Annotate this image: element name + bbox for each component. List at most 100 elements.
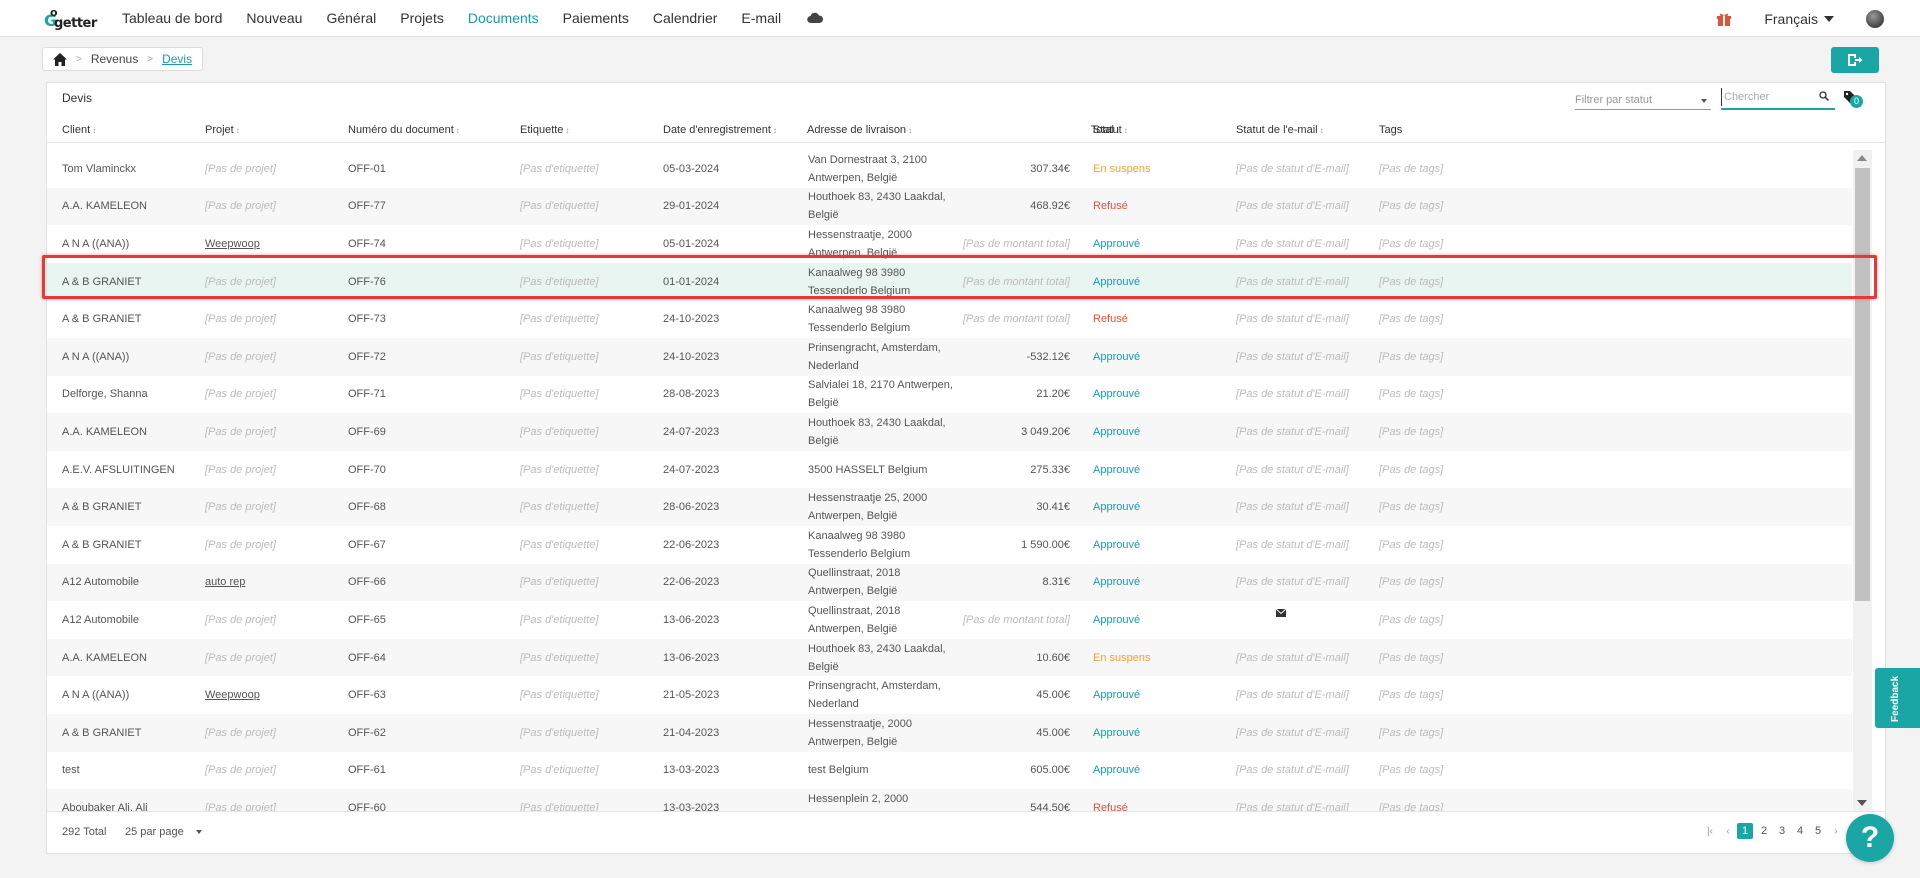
sort-icon[interactable]: ↕	[456, 126, 460, 135]
nav-calendrier[interactable]: Calendrier	[653, 10, 718, 26]
table-row[interactable]: A.A. KAMELEON [Pas de projet] OFF-64 [Pas d…	[47, 638, 1852, 677]
document-number-cell[interactable]: OFF-67	[348, 526, 386, 564]
document-number-cell[interactable]: OFF-71	[348, 376, 386, 414]
sort-icon[interactable]: ↕	[1124, 126, 1128, 135]
table-row[interactable]: A.E.V. AFSLUITINGEN [Pas de projet] OFF-70…	[47, 451, 1852, 489]
nav-documents[interactable]: Documents	[468, 10, 539, 26]
table-row[interactable]: A12 Automobile auto rep OFF-66 [Pas d'etiqu…	[47, 563, 1852, 602]
cloud-icon[interactable]	[807, 12, 824, 24]
column-header-status[interactable]: Statut ↕	[1093, 124, 1128, 136]
sort-icon[interactable]: ↕	[236, 126, 240, 135]
project-link[interactable]: Weepwoop	[205, 689, 260, 701]
search-input[interactable]	[1721, 88, 1813, 106]
date-cell: 24-07-2023	[663, 425, 720, 438]
sort-icon[interactable]: ↕	[92, 126, 96, 135]
sort-icon[interactable]: ↕	[1320, 126, 1324, 135]
page-5[interactable]: 5	[1809, 825, 1827, 837]
document-number-cell[interactable]: OFF-77	[348, 188, 386, 226]
column-header-address[interactable]: Adresse de livraison ↕	[807, 124, 912, 136]
column-header-project[interactable]: Projet ↕	[205, 124, 240, 136]
table-row[interactable]: A & B GRANIET [Pas de projet] OFF-76 [Pas d…	[47, 262, 1852, 301]
document-number-cell[interactable]: OFF-70	[348, 451, 386, 489]
scroll-down-icon[interactable]	[1857, 800, 1867, 806]
table-row[interactable]: A N A ((ANA)) Weepwoop OFF-74 [Pas d'etique…	[47, 225, 1852, 263]
table-row[interactable]: A N A ((ANA)) Weepwoop OFF-63 [Pas d'etique…	[47, 676, 1852, 714]
user-avatar[interactable]	[1866, 9, 1884, 28]
sort-icon[interactable]: ↕	[565, 126, 569, 135]
label-cell: [Pas d'etiquette]	[520, 726, 599, 739]
column-header-client[interactable]: Client ↕	[62, 124, 96, 136]
column-header-tags[interactable]: Tags	[1379, 124, 1402, 136]
table-row[interactable]: Aboubaker Ali, Ali [Pas de projet] OFF-60 […	[47, 789, 1852, 811]
document-number-cell[interactable]: OFF-64	[348, 639, 386, 677]
table-scrollbar[interactable]	[1853, 150, 1872, 811]
help-button[interactable]: ?	[1846, 814, 1894, 862]
column-header-email-status[interactable]: Statut de l'e-mail ↕	[1236, 124, 1324, 136]
nav-projets[interactable]: Projets	[400, 10, 444, 26]
nav-paiements[interactable]: Paiements	[563, 10, 629, 26]
table-row[interactable]: A.A. KAMELEON [Pas de projet] OFF-69 [Pas d…	[47, 413, 1852, 451]
document-number-cell[interactable]: OFF-60	[348, 789, 386, 811]
scroll-up-icon[interactable]	[1857, 155, 1867, 161]
document-number-cell[interactable]: OFF-65	[348, 601, 386, 639]
page-3[interactable]: 3	[1773, 825, 1791, 837]
export-button[interactable]	[1831, 47, 1879, 73]
status-filter-select[interactable]: Filtrer par statut	[1575, 88, 1711, 110]
table-row[interactable]: A12 Automobile [Pas de projet] OFF-65 [Pas …	[47, 601, 1852, 639]
document-number-cell[interactable]: OFF-66	[348, 564, 386, 602]
page-2[interactable]: 2	[1755, 825, 1773, 837]
column-header-label[interactable]: Etiquette ↕	[520, 124, 569, 136]
document-number-cell[interactable]: OFF-76	[348, 263, 386, 301]
project-link[interactable]: auto rep	[205, 576, 245, 588]
nav-general[interactable]: Général	[326, 10, 376, 26]
document-number-cell[interactable]: OFF-62	[348, 714, 386, 752]
first-page-icon[interactable]: |‹	[1701, 826, 1719, 837]
table-footer: 292 Total 25 par page |‹ ‹ 1 2 3 4 5 ›	[47, 811, 1885, 853]
table-row[interactable]: A & B GRANIET [Pas de projet] OFF-62 [Pas d…	[47, 714, 1852, 752]
document-number-cell[interactable]: OFF-01	[348, 150, 386, 188]
document-number-cell[interactable]: OFF-73	[348, 300, 386, 338]
gift-icon[interactable]	[1716, 11, 1732, 27]
document-number-cell[interactable]: OFF-72	[348, 338, 386, 376]
gogetter-logo[interactable]: Go getter	[42, 3, 100, 33]
table-row[interactable]: A.A. KAMELEON [Pas de projet] OFF-77 [Pas d…	[47, 187, 1852, 226]
client-cell: A & B GRANIET	[62, 275, 142, 288]
table-row[interactable]: Tom Vlaminckx [Pas de projet] OFF-01 [Pas d…	[47, 150, 1852, 188]
document-number-cell[interactable]: OFF-69	[348, 413, 386, 451]
status-filter-placeholder: Filtrer par statut	[1575, 94, 1653, 106]
sort-icon[interactable]: ↕	[773, 126, 777, 135]
next-page-icon[interactable]: ›	[1827, 826, 1845, 837]
document-number-cell[interactable]: OFF-74	[348, 225, 386, 263]
page-1[interactable]: 1	[1737, 823, 1753, 839]
table-row[interactable]: A & B GRANIET [Pas de projet] OFF-68 [Pas d…	[47, 488, 1852, 526]
nav-nouveau[interactable]: Nouveau	[246, 10, 302, 26]
feedback-tab[interactable]: Feedback	[1875, 668, 1920, 728]
scroll-thumb[interactable]	[1855, 168, 1870, 601]
table-row[interactable]: A & B GRANIET [Pas de projet] OFF-73 [Pas d…	[47, 300, 1852, 338]
document-number-cell[interactable]: OFF-61	[348, 752, 386, 790]
tags-cell: [Pas de tags]	[1379, 388, 1444, 401]
document-number-cell[interactable]: OFF-63	[348, 676, 386, 714]
client-cell: A N A ((ANA))	[62, 237, 130, 250]
per-page-select[interactable]: 25 par page	[125, 826, 202, 838]
prev-page-icon[interactable]: ‹	[1719, 826, 1737, 837]
document-number-cell[interactable]: OFF-68	[348, 488, 386, 526]
column-header-date[interactable]: Date d'enregistrement ↕	[663, 124, 777, 136]
table-row[interactable]: Delforge, Shanna [Pas de projet] OFF-71 [Pa…	[47, 376, 1852, 414]
breadcrumb-devis[interactable]: Devis	[162, 52, 192, 66]
table-row[interactable]: test [Pas de projet] OFF-61 [Pas d'etiquett…	[47, 752, 1852, 790]
project-link[interactable]: Weepwoop	[205, 238, 260, 250]
search-box	[1721, 88, 1835, 110]
sort-icon[interactable]: ↕	[908, 126, 912, 135]
language-select[interactable]: Français	[1764, 11, 1834, 27]
nav-email[interactable]: E-mail	[741, 10, 781, 26]
table-row[interactable]: A N A ((ANA)) [Pas de projet] OFF-72 [Pas d…	[47, 338, 1852, 376]
search-icon[interactable]	[1819, 91, 1829, 101]
nav-tableau-de-bord[interactable]: Tableau de bord	[122, 10, 222, 26]
home-icon[interactable]	[53, 52, 67, 66]
page-4[interactable]: 4	[1791, 825, 1809, 837]
table-row[interactable]: A & B GRANIET [Pas de projet] OFF-67 [Pas d…	[47, 526, 1852, 564]
tags-cell: [Pas de tags]	[1379, 576, 1444, 589]
column-header-document-number[interactable]: Numéro du document ↕	[348, 124, 460, 136]
breadcrumb-revenus[interactable]: Revenus	[91, 52, 138, 66]
